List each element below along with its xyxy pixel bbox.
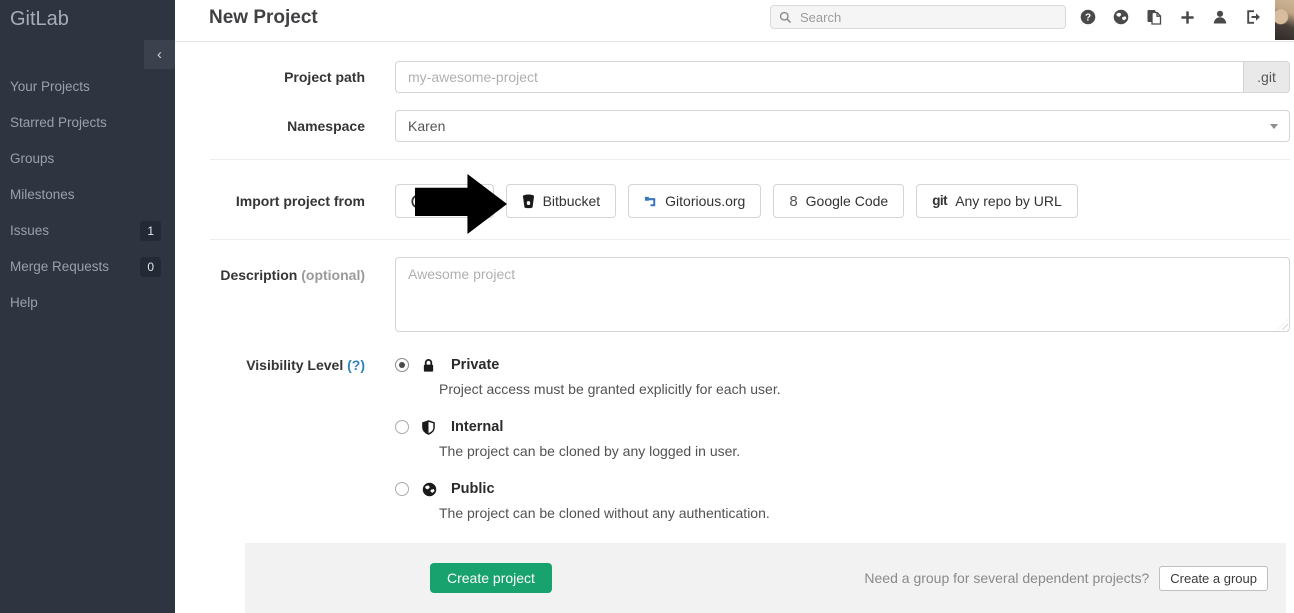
chevron-left-icon: ‹ bbox=[157, 46, 162, 63]
copy-snippets-icon[interactable] bbox=[1146, 9, 1162, 25]
sidebar-item-label: Merge Requests bbox=[10, 259, 109, 274]
visibility-row: Visibility Level (?) Private Project acc… bbox=[210, 356, 1290, 523]
globe-icon bbox=[422, 482, 438, 497]
optional-hint: (optional) bbox=[301, 267, 365, 283]
visibility-option-private: Private Project access must be granted e… bbox=[395, 356, 1290, 399]
visibility-option-description: Project access must be granted explicitl… bbox=[439, 379, 781, 399]
divider bbox=[210, 239, 1290, 240]
search-icon bbox=[779, 11, 792, 24]
sidebar-item-label: Groups bbox=[10, 151, 54, 166]
sidebar-item-label: Help bbox=[10, 295, 38, 310]
visibility-option-description: The project can be cloned without any au… bbox=[439, 503, 770, 523]
git-suffix-addon: .git bbox=[1244, 61, 1290, 93]
namespace-select[interactable]: Karen bbox=[395, 110, 1290, 142]
bitbucket-icon bbox=[522, 194, 535, 209]
description-row: Description (optional) bbox=[210, 257, 1290, 332]
plus-new-icon[interactable] bbox=[1179, 9, 1195, 25]
app-logo[interactable]: GitLab bbox=[0, 0, 175, 31]
description-label: Description (optional) bbox=[210, 257, 365, 283]
sidebar: GitLab ‹ Your Projects Starred Projects … bbox=[0, 0, 175, 613]
sidebar-item-starred-projects[interactable]: Starred Projects bbox=[0, 105, 175, 141]
project-path-label: Project path bbox=[210, 69, 365, 85]
git-logo-icon: git bbox=[932, 194, 947, 208]
private-radio[interactable] bbox=[395, 358, 409, 372]
gitorious-icon bbox=[644, 195, 657, 208]
import-any-repo-button[interactable]: git Any repo by URL bbox=[916, 184, 1078, 218]
search-input[interactable] bbox=[798, 9, 1057, 26]
page-title: New Project bbox=[209, 0, 318, 36]
import-row: Import project from GitHub Bitbucket bbox=[210, 184, 1290, 218]
sidebar-item-groups[interactable]: Groups bbox=[0, 141, 175, 177]
visibility-option-description: The project can be cloned by any logged … bbox=[439, 441, 740, 461]
sidebar-item-label: Starred Projects bbox=[10, 115, 107, 130]
explore-globe-icon[interactable] bbox=[1113, 9, 1129, 25]
import-bitbucket-button[interactable]: Bitbucket bbox=[506, 184, 617, 218]
sidebar-nav: Your Projects Starred Projects Groups Mi… bbox=[0, 69, 175, 321]
main-area: New Project ? bbox=[175, 0, 1294, 613]
sidebar-item-help[interactable]: Help bbox=[0, 285, 175, 321]
sidebar-collapse-button[interactable]: ‹ bbox=[144, 40, 175, 69]
visibility-option-internal: Internal The project can be cloned by an… bbox=[395, 418, 1290, 461]
sidebar-item-issues[interactable]: Issues 1 bbox=[0, 213, 175, 249]
new-project-form: Project path .git Namespace Karen Import… bbox=[175, 42, 1294, 613]
sidebar-item-label: Issues bbox=[10, 223, 49, 238]
sidebar-item-label: Milestones bbox=[10, 187, 75, 202]
shield-icon bbox=[422, 420, 438, 435]
namespace-selected-value: Karen bbox=[408, 118, 445, 134]
project-path-input[interactable] bbox=[395, 61, 1244, 93]
import-label: Import project from bbox=[210, 184, 365, 218]
description-textarea[interactable] bbox=[395, 257, 1290, 332]
issues-count-badge: 1 bbox=[140, 221, 161, 241]
sign-out-icon[interactable] bbox=[1245, 9, 1261, 25]
public-radio[interactable] bbox=[395, 482, 409, 496]
lock-icon bbox=[422, 358, 438, 373]
namespace-label: Namespace bbox=[210, 118, 365, 134]
project-path-row: Project path .git bbox=[210, 61, 1290, 93]
import-google-code-button[interactable]: 8 Google Code bbox=[773, 184, 904, 218]
internal-radio[interactable] bbox=[395, 420, 409, 434]
sidebar-item-merge-requests[interactable]: Merge Requests 0 bbox=[0, 249, 175, 285]
group-hint-text: Need a group for several dependent proje… bbox=[864, 570, 1149, 586]
topbar: New Project ? bbox=[175, 0, 1294, 42]
sidebar-item-milestones[interactable]: Milestones bbox=[0, 177, 175, 213]
namespace-row: Namespace Karen bbox=[210, 110, 1290, 142]
sidebar-item-your-projects[interactable]: Your Projects bbox=[0, 69, 175, 105]
visibility-help-link[interactable]: (?) bbox=[347, 357, 365, 373]
avatar[interactable] bbox=[1275, 0, 1294, 40]
topbar-icons: ? bbox=[1080, 0, 1261, 34]
visibility-option-title[interactable]: Private bbox=[451, 356, 499, 374]
visibility-option-public: Public The project can be cloned without… bbox=[395, 480, 1290, 523]
svg-text:?: ? bbox=[1085, 13, 1091, 24]
google-code-icon: 8 bbox=[789, 194, 797, 209]
create-group-button[interactable]: Create a group bbox=[1159, 566, 1268, 591]
visibility-option-title[interactable]: Internal bbox=[451, 418, 503, 436]
help-icon[interactable]: ? bbox=[1080, 9, 1096, 25]
visibility-option-title[interactable]: Public bbox=[451, 480, 495, 498]
user-profile-icon[interactable] bbox=[1212, 9, 1228, 25]
create-project-button[interactable]: Create project bbox=[430, 563, 552, 593]
merge-requests-count-badge: 0 bbox=[140, 257, 161, 277]
divider bbox=[210, 159, 1290, 160]
visibility-label: Visibility Level (?) bbox=[210, 356, 365, 373]
sidebar-item-label: Your Projects bbox=[10, 79, 90, 94]
chevron-down-icon bbox=[1270, 124, 1278, 129]
form-actions: Create project Need a group for several … bbox=[245, 543, 1286, 613]
import-gitorious-button[interactable]: Gitorious.org bbox=[628, 184, 761, 218]
search-box[interactable] bbox=[770, 5, 1066, 29]
